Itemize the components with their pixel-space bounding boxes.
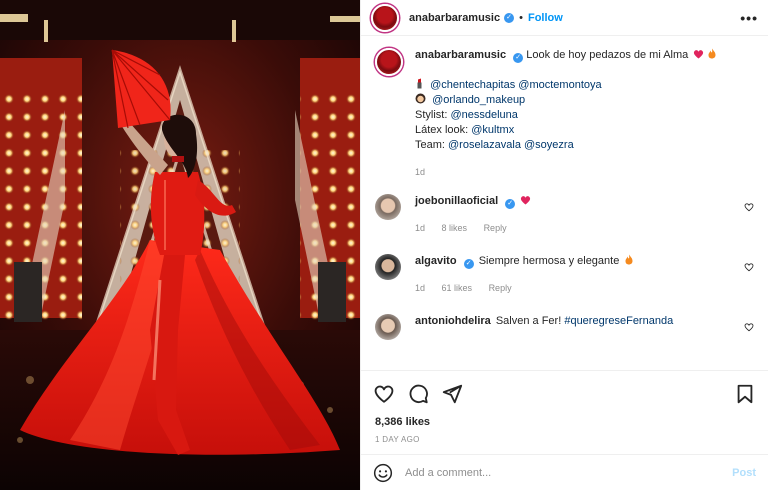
comment-item: antoniohdelira Salven a Fer! #queregrese…	[375, 314, 754, 340]
comment-time[interactable]: 1d	[415, 283, 425, 293]
commenter-avatar[interactable]	[375, 194, 401, 220]
caption-username[interactable]: anabarbaramusic	[415, 49, 506, 61]
comments-list[interactable]: anabarbaramusic ✓ Look de hoy pedazos de…	[361, 36, 768, 370]
comment-icon[interactable]	[407, 383, 429, 405]
post-header: anabarbaramusic ✓ • Follow •••	[361, 0, 768, 36]
caption-avatar[interactable]	[375, 48, 403, 76]
caption-text: Look de hoy pedazos de mi Alma	[526, 49, 689, 61]
comment-username[interactable]: algavito	[415, 255, 457, 267]
comment-text: Siempre hermosa y elegante	[478, 255, 620, 267]
comment-meta: 1d 61 likes Reply	[415, 281, 754, 296]
heart-emoji-icon	[521, 196, 531, 205]
commenter-avatar[interactable]	[375, 254, 401, 280]
lipstick-emoji-icon	[417, 78, 422, 89]
comment-likes[interactable]: 8 likes	[442, 223, 468, 233]
caption: anabarbaramusic ✓ Look de hoy pedazos de…	[375, 48, 754, 180]
action-bar	[361, 370, 768, 416]
mention[interactable]: @soyezra	[524, 139, 574, 151]
verified-icon: ✓	[463, 259, 474, 269]
more-options-icon[interactable]: •••	[740, 10, 758, 26]
mention[interactable]: @chentechapitas	[430, 79, 515, 91]
comment-item: joebonillaoficial ✓ 1d 8 likes Reply	[375, 194, 754, 236]
comment-body: algavito ✓ Siempre hermosa y elegante 1d…	[415, 254, 754, 296]
post-photo[interactable]	[0, 0, 360, 490]
caption-prefix: Team:	[415, 139, 449, 151]
heart-icon[interactable]	[373, 383, 395, 405]
like-comment-icon[interactable]	[744, 202, 754, 212]
comment-time[interactable]: 1d	[415, 223, 425, 233]
add-comment-bar: Post	[361, 454, 768, 490]
author-username[interactable]: anabarbaramusic	[409, 12, 500, 24]
comment-username[interactable]: antoniohdelira	[415, 315, 491, 327]
comment-username[interactable]: joebonillaoficial	[415, 195, 498, 207]
comment-body: antoniohdelira Salven a Fer! #queregrese…	[415, 314, 754, 340]
caption-prefix: Látex look:	[415, 124, 472, 136]
verified-icon: ✓	[513, 53, 524, 63]
emoji-icon[interactable]	[373, 463, 393, 483]
verified-icon: ✓	[505, 199, 516, 209]
share-icon[interactable]	[441, 383, 463, 405]
author-avatar[interactable]	[371, 3, 399, 32]
comment-meta: 1d 8 likes Reply	[415, 221, 754, 236]
caption-prefix: Stylist:	[415, 109, 451, 121]
caption-time[interactable]: 1d	[415, 167, 425, 177]
mention[interactable]: @roselazavala	[448, 139, 521, 151]
comment-text: Salven a Fer!	[495, 315, 562, 327]
mention[interactable]: @moctemontoya	[518, 79, 601, 91]
woman-emoji-icon	[415, 93, 426, 104]
instagram-post-modal: anabarbaramusic ✓ • Follow ••• anabarbar…	[0, 0, 768, 490]
fire-emoji-icon	[708, 48, 716, 59]
mention[interactable]: @kultmx	[471, 124, 514, 136]
mention[interactable]: @nessdeluna	[450, 109, 517, 121]
follow-button[interactable]: Follow	[528, 12, 563, 24]
caption-body: anabarbaramusic ✓ Look de hoy pedazos de…	[415, 48, 717, 180]
comment-likes[interactable]: 61 likes	[442, 283, 473, 293]
like-comment-icon[interactable]	[744, 262, 754, 272]
like-count[interactable]: 8,386 likes	[361, 416, 768, 432]
fire-emoji-icon	[625, 254, 633, 265]
comment-input[interactable]	[405, 466, 733, 479]
comment-item: algavito ✓ Siempre hermosa y elegante 1d…	[375, 254, 754, 296]
save-icon[interactable]	[734, 383, 756, 405]
stage-photo-illustration	[0, 0, 360, 490]
post-comment-button[interactable]: Post	[732, 467, 756, 479]
commenter-avatar[interactable]	[375, 314, 401, 340]
separator-dot: •	[519, 11, 523, 24]
caption-meta: 1d	[415, 165, 717, 180]
reply-button[interactable]: Reply	[489, 283, 512, 293]
mention[interactable]: @orlando_makeup	[432, 94, 525, 106]
reply-button[interactable]: Reply	[484, 223, 507, 233]
like-comment-icon[interactable]	[744, 322, 754, 332]
heart-emoji-icon	[694, 50, 704, 59]
post-date[interactable]: 1 DAY AGO	[361, 432, 768, 454]
comment-body: joebonillaoficial ✓ 1d 8 likes Reply	[415, 194, 754, 236]
verified-icon: ✓	[504, 12, 515, 23]
post-details-panel: anabarbaramusic ✓ • Follow ••• anabarbar…	[360, 0, 768, 490]
hashtag[interactable]: #queregreseFernanda	[564, 315, 673, 327]
